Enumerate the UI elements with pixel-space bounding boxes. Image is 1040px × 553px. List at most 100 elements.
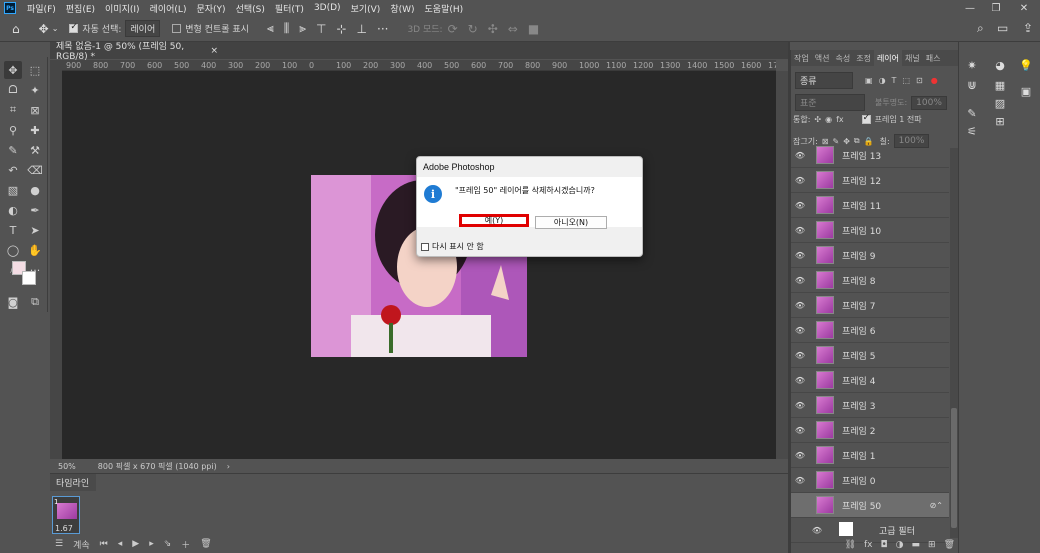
tab-actions-1[interactable]: 작업 [791, 53, 812, 64]
duplicate-frame-icon[interactable]: ＋ [181, 538, 190, 551]
learn-icon[interactable]: 💡 [1017, 56, 1035, 74]
menu-edit[interactable]: 편집(E) [61, 2, 100, 15]
search-icon[interactable]: ⌕ [977, 21, 984, 36]
filter-smart-icon[interactable]: ⊡ [916, 76, 923, 85]
layer-row[interactable]: 👁 프레임 11 [791, 193, 949, 218]
menu-3d[interactable]: 3D(D) [309, 3, 346, 13]
gradients-icon[interactable]: ▨ [991, 94, 1009, 112]
tab-channels[interactable]: 채널 [902, 53, 923, 64]
minimize-button[interactable]: — [958, 0, 982, 16]
lasso-tool-icon[interactable]: ᗝ [4, 81, 22, 99]
screen-mode-icon[interactable]: ⧉ [26, 293, 44, 311]
play-icon[interactable]: ▶ [132, 539, 139, 549]
blur-tool-icon[interactable]: ● [26, 181, 44, 199]
type-tool-icon[interactable]: T [4, 221, 22, 239]
workspace-icon[interactable]: ▭ [997, 21, 1008, 35]
document-tab[interactable]: 제목 없음-1 @ 50% (프레임 50, RGB/8) * × [50, 42, 218, 62]
visibility-eye-icon[interactable]: 👁 [792, 276, 808, 285]
new-layer-icon[interactable]: ⊞ [928, 540, 936, 550]
tab-actions-2[interactable]: 액션 [812, 53, 833, 64]
tween-icon[interactable]: ⇘ [164, 539, 172, 549]
hand-tool-icon[interactable]: ✋ [26, 241, 44, 259]
unify-style-icon[interactable]: fx [836, 115, 844, 124]
chevron-down-icon[interactable]: ⌄ [52, 24, 59, 33]
marquee-tool-icon[interactable]: ⬚ [26, 61, 44, 79]
unify-position-icon[interactable]: ✣ [814, 115, 821, 124]
link-layers-icon[interactable]: ⛓ [845, 540, 856, 550]
brush-tool-icon[interactable]: ✎ [4, 141, 22, 159]
visibility-eye-icon[interactable]: 👁 [792, 301, 808, 310]
filter-toggle-icon[interactable]: ● [931, 76, 938, 85]
swatches-icon[interactable]: ▦ [991, 76, 1009, 94]
yes-button[interactable]: 예(Y) [459, 214, 529, 227]
tab-layers[interactable]: 레이어 [873, 50, 903, 66]
more-options-icon[interactable]: ··· [377, 22, 388, 36]
next-frame-icon[interactable]: ▸ [149, 539, 154, 549]
align-middle-icon[interactable]: ⊹ [336, 22, 346, 36]
pen-tool-icon[interactable]: ✒ [26, 201, 44, 219]
close-window-button[interactable]: ✕ [1012, 0, 1036, 16]
3d-roll-icon[interactable]: ↻ [468, 22, 478, 36]
zoom-level[interactable]: 50% [58, 462, 76, 471]
align-bottom-icon[interactable]: ⊥ [357, 22, 367, 36]
3d-scale-icon[interactable]: ■ [528, 22, 539, 36]
3d-orbit-icon[interactable]: ⟳ [448, 22, 458, 36]
move-tool-icon[interactable]: ✥ [4, 61, 22, 79]
align-top-icon[interactable]: ⊤ [316, 22, 326, 36]
delete-frame-icon[interactable]: 🗑 [200, 539, 211, 549]
layer-row[interactable]: 👁 프레임 5 [791, 343, 949, 368]
layer-row-selected[interactable]: 프레임 50 ⊘⌃ [791, 493, 949, 518]
dont-show-again[interactable]: 다시 표시 안 함 [421, 241, 484, 252]
propagate-checkbox[interactable] [861, 113, 871, 124]
adjust-sliders-icon[interactable]: ⚟ [963, 122, 981, 140]
history-brush-icon[interactable]: ↶ [4, 161, 22, 179]
layer-row[interactable]: 👁 프레임 9 [791, 243, 949, 268]
background-color-swatch[interactable] [22, 271, 36, 285]
opacity-input[interactable]: 100% [911, 95, 947, 110]
menu-help[interactable]: 도움말(H) [420, 2, 469, 15]
restore-button[interactable]: ❐ [984, 0, 1008, 16]
layer-row[interactable]: 👁 프레임 2 [791, 418, 949, 443]
layer-row[interactable]: 👁 프레임 3 [791, 393, 949, 418]
tab-paths[interactable]: 패스 [923, 53, 944, 64]
layer-row[interactable]: 👁 프레임 8 [791, 268, 949, 293]
layer-row[interactable]: 👁 프레임 6 [791, 318, 949, 343]
visibility-eye-icon[interactable]: 👁 [792, 251, 808, 260]
visibility-eye-icon[interactable]: 👁 [792, 326, 808, 335]
visibility-eye-icon[interactable]: 👁 [792, 351, 808, 360]
layer-row[interactable]: 👁 프레임 0 [791, 468, 949, 493]
shape-tool-icon[interactable]: ◯ [4, 241, 22, 259]
visibility-eye-icon[interactable]: 👁 [792, 201, 808, 210]
layer-row[interactable]: 👁 프레임 13 [791, 143, 949, 168]
magic-wand-icon[interactable]: ✦ [26, 81, 44, 99]
timeline-menu-icon[interactable]: ☰ [55, 539, 63, 549]
no-button[interactable]: 아니오(N) [535, 216, 607, 229]
layer-row[interactable]: 👁 프레임 7 [791, 293, 949, 318]
layer-row[interactable]: 👁 프레임 4 [791, 368, 949, 393]
menu-layer[interactable]: 레이어(L) [145, 2, 192, 15]
menu-image[interactable]: 이미지(I) [100, 2, 145, 15]
brushes-icon[interactable]: ⋓ [963, 76, 981, 94]
delete-layer-icon[interactable]: 🗑 [944, 540, 955, 550]
menu-view[interactable]: 보기(V) [346, 2, 386, 15]
visibility-eye-icon[interactable]: 👁 [792, 226, 808, 235]
unify-visibility-icon[interactable]: ◉ [825, 115, 832, 124]
blend-mode-dropdown[interactable]: 표준 [795, 94, 865, 111]
menu-filter[interactable]: 필터(T) [270, 2, 309, 15]
layer-row[interactable]: 👁 프레임 10 [791, 218, 949, 243]
auto-select-checkbox[interactable] [69, 22, 79, 33]
gradient-tool-icon[interactable]: ▧ [4, 181, 22, 199]
align-left-icon[interactable]: ⫷ [267, 21, 274, 36]
crop-tool-icon[interactable]: ⌗ [4, 101, 22, 119]
frame-delay[interactable]: 1.67 [55, 524, 73, 533]
quick-mask-icon[interactable]: ◙ [4, 293, 22, 311]
layers-scrollbar-thumb[interactable] [951, 408, 957, 528]
transform-controls-checkbox[interactable] [172, 24, 182, 33]
prev-frame-icon[interactable]: ◂ [118, 539, 123, 549]
menu-window[interactable]: 창(W) [385, 2, 419, 15]
patterns-icon[interactable]: ⊞ [991, 112, 1009, 130]
visibility-eye-icon[interactable]: 👁 [792, 401, 808, 410]
visibility-eye-icon[interactable]: 👁 [792, 426, 808, 435]
first-frame-icon[interactable]: ⏮ [100, 539, 108, 549]
path-select-icon[interactable]: ➤ [26, 221, 44, 239]
